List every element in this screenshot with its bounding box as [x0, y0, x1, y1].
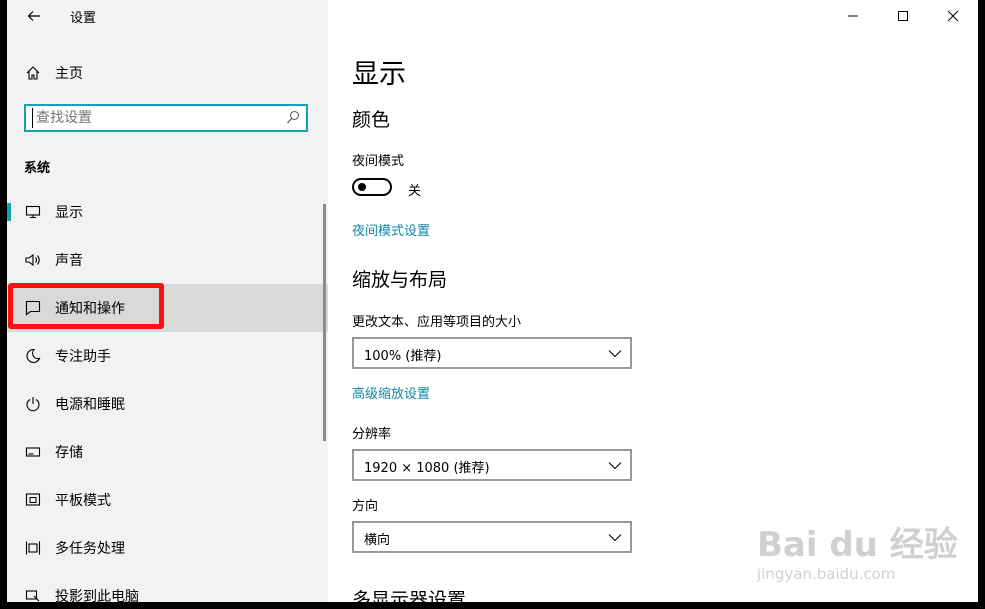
color-heading: 颜色: [352, 109, 391, 131]
sidebar-item-tablet-mode[interactable]: 平板模式: [7, 476, 328, 524]
speaker-icon: [24, 251, 42, 269]
back-button[interactable]: [19, 2, 49, 30]
sidebar-item-home[interactable]: 主页: [7, 54, 328, 92]
sidebar-item-display[interactable]: 显示: [7, 188, 328, 236]
app-title: 设置: [70, 11, 97, 26]
storage-icon: [24, 443, 42, 461]
night-mode-state: 关: [408, 184, 422, 199]
advanced-scale-link[interactable]: 高级缩放设置: [352, 383, 430, 402]
sidebar-item-label: 主页: [55, 66, 83, 82]
project-icon: [24, 587, 42, 602]
chevron-down-icon: [608, 350, 622, 358]
search-icon[interactable]: [286, 110, 300, 126]
sidebar-item-label: 存储: [55, 445, 83, 461]
sidebar-item-multitasking[interactable]: 多任务处理: [7, 524, 328, 572]
maximize-icon: [898, 11, 908, 21]
sidebar-item-label: 投影到此电脑: [55, 589, 139, 602]
orientation-value: 横向: [364, 533, 391, 548]
section-label: 系统: [24, 161, 51, 176]
moon-icon: [24, 347, 42, 365]
sidebar: 设置 主页 系统 显示 声音: [7, 0, 328, 602]
tablet-icon: [24, 491, 42, 509]
home-icon: [24, 64, 42, 82]
night-mode-toggle[interactable]: [352, 178, 392, 196]
page-title: 显示: [352, 59, 406, 90]
power-icon: [24, 395, 42, 413]
sidebar-item-sound[interactable]: 声音: [7, 236, 328, 284]
close-button[interactable]: [928, 0, 978, 32]
sidebar-item-label: 平板模式: [55, 493, 111, 509]
settings-window: 设置 主页 系统 显示 声音: [7, 0, 978, 602]
chevron-down-icon: [608, 534, 622, 542]
maximize-button[interactable]: [878, 0, 928, 32]
sidebar-item-label: 显示: [55, 205, 83, 221]
sidebar-item-label: 专注助手: [55, 349, 111, 365]
scale-dropdown[interactable]: 100% (推荐): [352, 337, 632, 369]
minimize-button[interactable]: [828, 0, 878, 32]
sidebar-item-project[interactable]: 投影到此电脑: [7, 572, 328, 602]
scale-label: 更改文本、应用等项目的大小: [352, 315, 522, 330]
minimize-icon: [848, 15, 858, 17]
search-input[interactable]: [32, 108, 286, 128]
close-icon: [947, 10, 959, 22]
sidebar-item-power[interactable]: 电源和睡眠: [7, 380, 328, 428]
sidebar-item-label: 电源和睡眠: [55, 397, 125, 413]
resolution-value: 1920 × 1080 (推荐): [364, 461, 490, 476]
monitor-icon: [24, 203, 42, 221]
resolution-dropdown[interactable]: 1920 × 1080 (推荐): [352, 449, 632, 481]
window-controls: [828, 0, 978, 32]
content-pane: 显示 颜色 夜间模式 关 夜间模式设置 缩放与布局 更改文本、应用等项目的大小 …: [328, 0, 978, 602]
scale-value: 100% (推荐): [364, 349, 442, 364]
sidebar-item-focus-assist[interactable]: 专注助手: [7, 332, 328, 380]
back-arrow-icon: [27, 11, 40, 21]
sidebar-scrollbar[interactable]: [323, 204, 326, 441]
orientation-label: 方向: [352, 499, 379, 514]
sidebar-item-storage[interactable]: 存储: [7, 428, 328, 476]
chevron-down-icon: [608, 462, 622, 470]
multitask-icon: [24, 539, 42, 557]
orientation-dropdown[interactable]: 横向: [352, 521, 632, 553]
search-box[interactable]: [24, 104, 308, 132]
sidebar-item-label: 多任务处理: [55, 541, 125, 557]
scale-heading: 缩放与布局: [352, 269, 448, 291]
night-mode-settings-link[interactable]: 夜间模式设置: [352, 220, 430, 239]
sidebar-item-label: 声音: [55, 253, 83, 269]
annotation-highlight-box: [8, 283, 164, 329]
night-mode-label: 夜间模式: [352, 154, 405, 169]
multi-display-heading: 多显示器设置: [352, 589, 467, 602]
resolution-label: 分辨率: [352, 427, 392, 442]
